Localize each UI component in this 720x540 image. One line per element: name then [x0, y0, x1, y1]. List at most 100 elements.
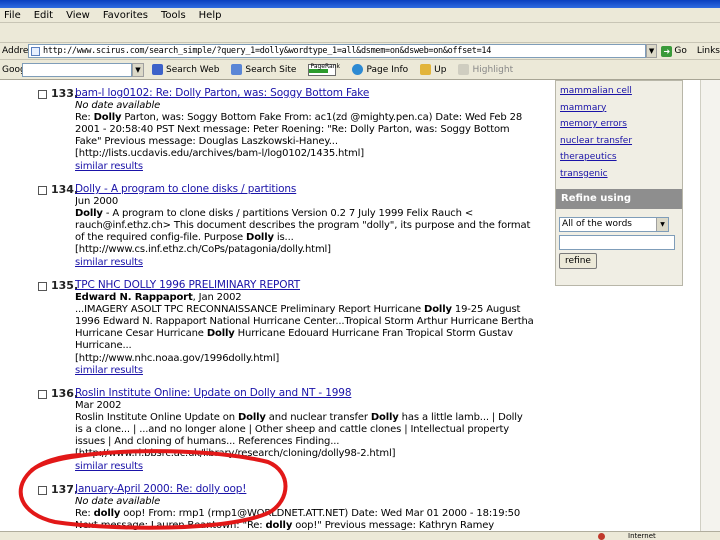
menu-favorites[interactable]: Favorites	[103, 10, 148, 21]
result-title-link[interactable]: Dolly - A program to clone disks / parti…	[75, 183, 296, 195]
snippet-text: Jun 2000	[75, 196, 119, 208]
result-checkbox[interactable]	[38, 390, 47, 399]
result-title-link[interactable]: bam-l log0102: Re: Dolly Parton, was: So…	[75, 87, 369, 99]
snippet-text: of the required config-file. Purpose	[75, 232, 247, 244]
topic-link[interactable]: therapeutics	[560, 149, 680, 166]
snippet-text: issues | And cloning of humans... Refere…	[75, 436, 340, 448]
google-dropdown-icon[interactable]: ▼	[132, 62, 144, 77]
search-site-icon	[231, 64, 243, 75]
up-label: Up	[434, 64, 447, 75]
refine-button[interactable]: refine	[559, 253, 597, 269]
highlighted-term: Dolly	[424, 304, 452, 316]
snippet-text: No date available	[75, 496, 161, 508]
menu-help[interactable]: Help	[199, 10, 222, 21]
result-checkbox[interactable]	[38, 90, 47, 99]
snippet-line: Edward N. Rappaport, Jan 2002	[75, 292, 547, 304]
google-label[interactable]: Google	[0, 65, 34, 75]
snippet-text: [http://lists.ucdavis.edu/archives/bam-l…	[75, 148, 364, 160]
topic-link[interactable]: nuclear transfer	[560, 133, 680, 150]
page-info-button[interactable]: Page Info	[352, 64, 408, 75]
snippet-text: is a clone... | ...and no longer alone |…	[75, 424, 510, 436]
similar-results-link[interactable]: similar results	[75, 257, 143, 268]
snippet-line: Mar 2002	[75, 400, 547, 412]
search-site-label: Search Site	[245, 64, 297, 75]
page-info-icon	[352, 64, 364, 75]
snippet-text: Re:	[75, 112, 94, 124]
page-info-label: Page Info	[366, 64, 409, 75]
snippet-line: Hurricane...	[75, 340, 547, 352]
address-label: Address	[2, 46, 38, 56]
topic-link[interactable]: mammary	[560, 100, 680, 117]
search-site-button[interactable]: Search Site	[231, 64, 296, 75]
address-dropdown-icon[interactable]: ▼	[645, 44, 658, 58]
topic-link[interactable]: transgenic	[560, 166, 680, 183]
highlighted-term: Dolly	[237, 412, 266, 424]
highlight-label: Highlight	[472, 64, 514, 75]
menu-tools[interactable]: Tools	[161, 10, 186, 21]
snippet-text: and nuclear transfer	[265, 412, 371, 424]
similar-results-link[interactable]: similar results	[75, 461, 143, 472]
highlighted-term: dolly	[93, 508, 121, 520]
result-title-link[interactable]: Roslin Institute Online: Update on Dolly…	[75, 387, 352, 399]
refine-text-input[interactable]	[559, 235, 675, 250]
snippet-line: [http://www.nhc.noaa.gov/1996dolly.html]	[75, 353, 547, 365]
snippet-line: is a clone... | ...and no longer alone |…	[75, 424, 547, 436]
pagerank-indicator[interactable]: PageRank	[308, 63, 340, 76]
snippet-line: Re: dolly oop! From: rmp1 (rmp1@WORLDNET…	[75, 508, 547, 520]
snippet-text: Re:	[75, 508, 94, 520]
snippet-line: No date available	[75, 100, 547, 112]
refine-mode-select[interactable]: All of the words ▼	[559, 217, 669, 232]
go-button[interactable]: ➜ Go	[661, 45, 687, 57]
menu-edit[interactable]: Edit	[34, 10, 53, 21]
snippet-text: - A program to clone disks / partitions …	[102, 208, 474, 220]
window-title	[0, 0, 4, 8]
result-body: bam-l log0102: Re: Dolly Parton, was: So…	[75, 87, 547, 173]
snippet-text: Next message: Lauren Beantown: "Re:	[75, 520, 266, 532]
result-body: January-April 2000: Re: dolly oop! No da…	[75, 483, 547, 532]
status-bar: Internet	[0, 531, 720, 540]
result-checkbox[interactable]	[38, 282, 47, 291]
search-web-icon	[152, 64, 163, 75]
google-search-input[interactable]	[22, 62, 132, 77]
pagerank-bar: PageRank	[308, 63, 340, 76]
snippet-text: 1996 Edward N. Rappaport National Hurric…	[75, 316, 534, 328]
result-checkbox[interactable]	[38, 186, 47, 195]
menu-file[interactable]: File	[4, 10, 21, 21]
address-url: http://www.scirus.com/search_simple/?que…	[43, 46, 492, 56]
related-topics-list: mammalian cell mammary memory errors nuc…	[560, 83, 680, 182]
links-button[interactable]: Links	[697, 46, 720, 56]
menu-bar: File Edit View Favorites Tools Help	[0, 8, 720, 23]
page-scrollbar[interactable]	[700, 80, 720, 540]
result-body: Dolly - A program to clone disks / parti…	[75, 183, 547, 269]
snippet-line: Jun 2000	[75, 196, 547, 208]
topic-link[interactable]: memory errors	[560, 116, 680, 133]
snippet-text: 2001 - 20:58:40 PST Next message: Peter …	[75, 124, 510, 136]
menu-view[interactable]: View	[66, 10, 90, 21]
highlight-button[interactable]: Highlight	[458, 64, 513, 75]
snippet-line: issues | And cloning of humans... Refere…	[75, 436, 547, 448]
up-folder-icon	[420, 64, 432, 75]
result-title-link[interactable]: January-April 2000: Re: dolly oop!	[75, 483, 247, 495]
snippet-line: Roslin Institute Online Update on Dolly …	[75, 412, 547, 424]
chevron-down-icon[interactable]: ▼	[656, 218, 668, 231]
snippet-text: Fake" Previous message: Douglas Laszkows…	[75, 136, 338, 148]
highlighted-term: Dolly	[246, 232, 274, 244]
pagerank-label: PageRank	[310, 62, 340, 70]
snippet-text: [http://www.cs.inf.ethz.ch/CoPs/patagoni…	[75, 244, 331, 256]
result-checkbox[interactable]	[38, 486, 47, 495]
similar-results-link[interactable]: similar results	[75, 365, 143, 376]
similar-results-link[interactable]: similar results	[75, 161, 143, 172]
snippet-text: is...	[273, 232, 294, 244]
address-input[interactable]: http://www.scirus.com/search_simple/?que…	[28, 44, 646, 58]
search-web-button[interactable]: Search Web	[152, 64, 219, 75]
snippet-line: Dolly - A program to clone disks / parti…	[75, 208, 547, 220]
highlighted-term: Dolly	[206, 328, 235, 340]
window-titlebar	[0, 0, 720, 8]
result-title-link[interactable]: TPC NHC DOLLY 1996 PRELIMINARY REPORT	[75, 279, 300, 291]
snippet-text: , Jan 2002	[192, 292, 242, 304]
snippet-line: [http://lists.ucdavis.edu/archives/bam-l…	[75, 148, 547, 160]
snippet-text: has a little lamb... | Dolly	[398, 412, 523, 424]
highlighted-term: dolly	[265, 520, 293, 532]
up-button[interactable]: Up	[420, 64, 446, 75]
topic-link[interactable]: mammalian cell	[560, 83, 680, 100]
